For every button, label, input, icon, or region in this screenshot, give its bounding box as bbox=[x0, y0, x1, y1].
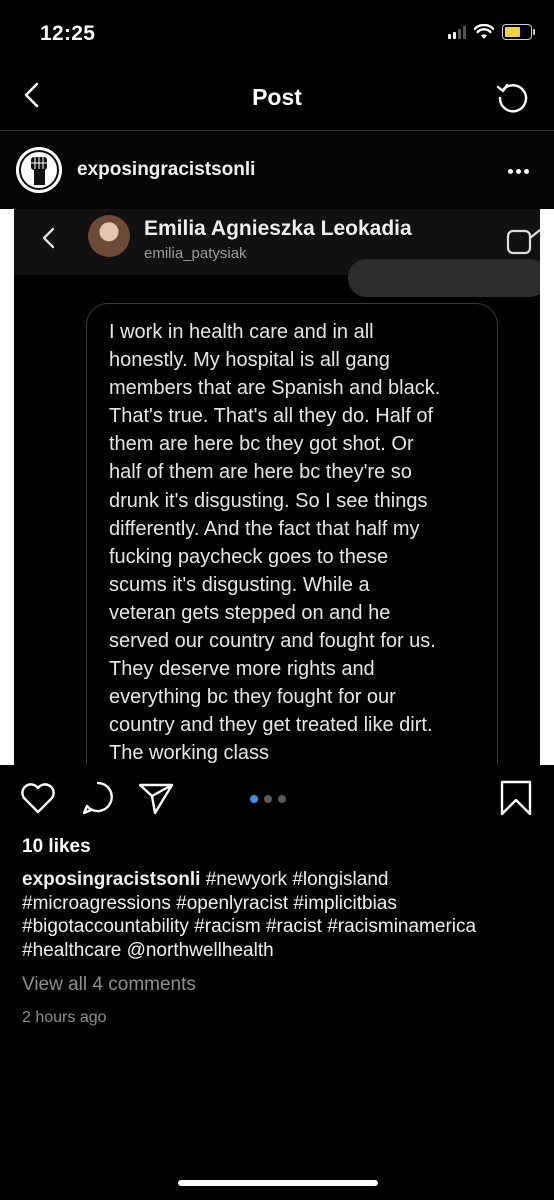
carousel-dot bbox=[250, 795, 258, 803]
bookmark-icon[interactable] bbox=[496, 778, 536, 818]
signal-icon bbox=[448, 25, 466, 39]
message-text: I work in health care and in all honestl… bbox=[109, 321, 441, 765]
carousel-dot bbox=[264, 795, 272, 803]
carousel-dot bbox=[278, 795, 286, 803]
chevron-left-icon bbox=[42, 227, 55, 249]
post-header: exposingracistsonli bbox=[0, 131, 554, 209]
dm-name: Emilia Agnieszka Leokadia bbox=[144, 217, 412, 240]
dm-handle: emilia_patysiak bbox=[144, 245, 247, 262]
page-title: Post bbox=[252, 84, 302, 110]
status-time: 12:25 bbox=[40, 22, 96, 45]
comment-icon[interactable] bbox=[78, 778, 118, 818]
action-bar bbox=[0, 778, 554, 822]
raised-fist-icon bbox=[16, 147, 62, 193]
status-icons bbox=[448, 24, 535, 40]
sent-message-bubble bbox=[348, 259, 540, 297]
nav-header: Post bbox=[0, 64, 554, 130]
heart-icon[interactable] bbox=[18, 778, 58, 818]
status-bar: 12:25 bbox=[0, 0, 554, 64]
dm-avatar bbox=[88, 215, 130, 257]
battery-icon bbox=[502, 24, 535, 40]
send-icon[interactable] bbox=[136, 778, 176, 818]
view-comments-link[interactable]: View all 4 comments bbox=[22, 974, 196, 996]
dm-screenshot: Emilia Agnieszka Leokadia emilia_patysia… bbox=[14, 209, 540, 765]
wifi-icon bbox=[474, 24, 494, 39]
likes-count[interactable]: 10 likes bbox=[22, 836, 91, 858]
received-message-bubble: I work in health care and in all honestl… bbox=[86, 303, 498, 765]
post-timestamp: 2 hours ago bbox=[22, 1009, 107, 1026]
refresh-icon[interactable] bbox=[494, 78, 532, 116]
post-caption: exposingracistsonli #newyork #longisland… bbox=[22, 868, 532, 962]
more-horizontal-icon[interactable] bbox=[508, 161, 534, 181]
caption-username[interactable]: exposingracistsonli bbox=[22, 869, 200, 890]
post-image[interactable]: Emilia Agnieszka Leokadia emilia_patysia… bbox=[0, 209, 554, 765]
avatar[interactable] bbox=[16, 147, 62, 193]
video-camera-icon bbox=[506, 229, 540, 255]
carousel-dots bbox=[250, 795, 286, 803]
post-username[interactable]: exposingracistsonli bbox=[77, 159, 255, 181]
home-indicator[interactable] bbox=[178, 1180, 378, 1186]
